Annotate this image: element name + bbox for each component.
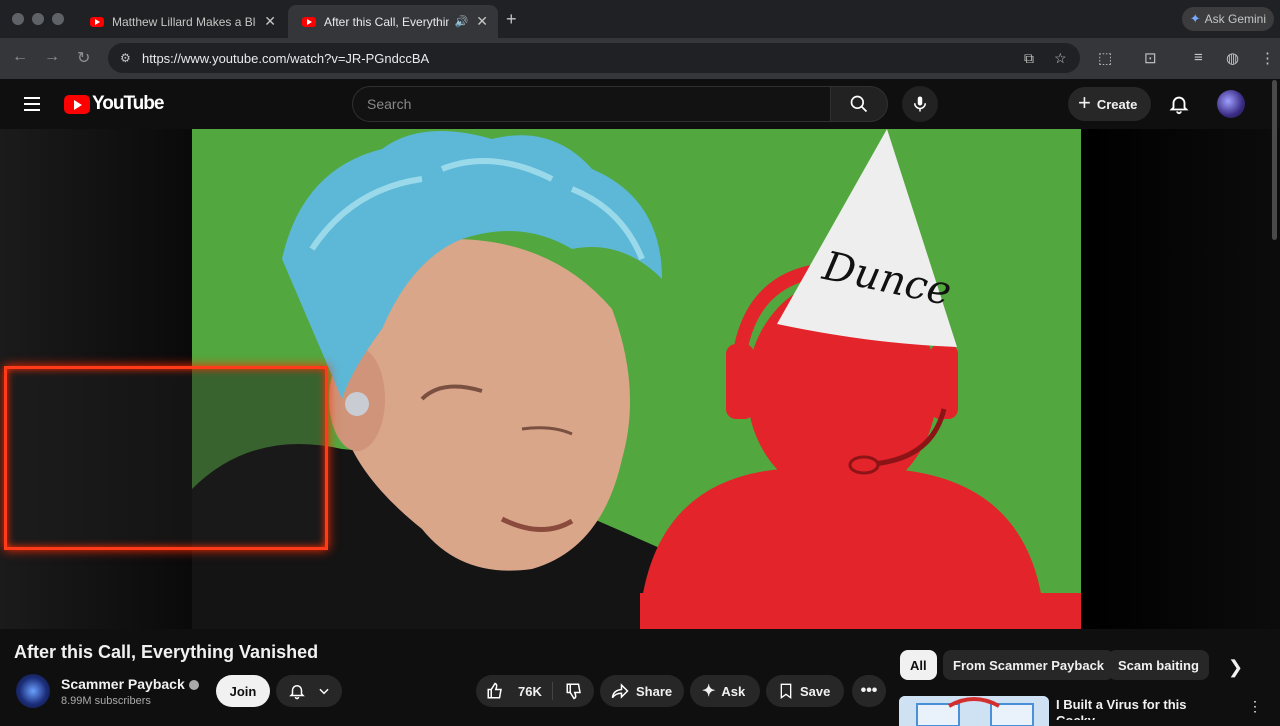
- thumbnail-art: [899, 696, 1049, 726]
- bookmark-star-icon[interactable]: ☆: [1054, 50, 1067, 67]
- url-text[interactable]: https://www.youtube.com/watch?v=JR-PGndc…: [142, 51, 429, 66]
- verified-badge-icon: [188, 680, 199, 690]
- browser-menu-icon[interactable]: ⋮: [1260, 49, 1275, 67]
- subscriber-count: 8.99M subscribers: [61, 695, 151, 707]
- tab-title: Matthew Lillard Makes a Bloo: [112, 14, 257, 29]
- thumbs-down-icon: [566, 683, 581, 700]
- chip-all[interactable]: All: [900, 650, 937, 680]
- recommendation-more-icon[interactable]: ⋮: [1248, 698, 1262, 715]
- menu-icon[interactable]: [24, 97, 40, 111]
- new-tab-icon[interactable]: +: [506, 9, 517, 30]
- bell-icon: [288, 685, 305, 700]
- create-button[interactable]: + Create: [1068, 87, 1152, 121]
- chevron-down-icon: [318, 688, 329, 695]
- install-app-icon[interactable]: ⧉: [1024, 50, 1034, 67]
- search-input[interactable]: Search: [352, 86, 830, 122]
- share-button[interactable]: Share: [600, 675, 684, 707]
- reload-icon[interactable]: ↻: [77, 48, 90, 68]
- search-icon: [850, 95, 868, 113]
- share-arrow-icon: [611, 683, 629, 699]
- ask-gemini-label: Ask Gemini: [1204, 12, 1266, 26]
- extensions-icon[interactable]: ⬚: [1098, 49, 1112, 67]
- ask-label: Ask: [721, 683, 746, 699]
- video-end-card-frame[interactable]: [4, 366, 328, 550]
- youtube-favicon-icon: [302, 16, 316, 27]
- plus-icon: +: [1078, 90, 1091, 115]
- subscription-notifications-button[interactable]: [276, 675, 342, 707]
- earpiece: [345, 392, 369, 416]
- youtube-header: YouTube Search + Create: [0, 79, 1280, 129]
- profile-icon[interactable]: ◍: [1226, 49, 1239, 67]
- like-count: 76K: [518, 683, 542, 699]
- ask-gemini-button[interactable]: ✦ Ask Gemini: [1181, 7, 1274, 31]
- chip-scam-baiting[interactable]: Scam baiting: [1108, 650, 1209, 680]
- window-minimize-dot[interactable]: [32, 13, 44, 25]
- sparkle-icon: ✦: [702, 683, 716, 700]
- microphone-icon: [914, 96, 926, 112]
- browser-toolbar: ← → ↻ ⚙ https://www.youtube.com/watch?v=…: [0, 38, 1280, 79]
- like-button[interactable]: 76K: [486, 682, 553, 700]
- video-title: After this Call, Everything Vanished: [14, 642, 319, 662]
- tab-title: After this Call, Everything: [324, 14, 449, 29]
- join-button[interactable]: Join: [216, 675, 270, 707]
- gemini-sparkle-icon: ✦: [1189, 11, 1201, 26]
- youtube-play-logo-icon: [64, 94, 90, 114]
- browser-tab-1[interactable]: Matthew Lillard Makes a Bloo ✕: [76, 5, 286, 38]
- address-bar[interactable]: ⚙ https://www.youtube.com/watch?v=JR-PGn…: [108, 43, 1080, 73]
- browser-tab-2[interactable]: After this Call, Everything 🔊 ✕: [288, 5, 498, 38]
- youtube-logo[interactable]: YouTube: [64, 93, 164, 115]
- search-button[interactable]: [830, 86, 888, 122]
- tab-search-icon[interactable]: ⊡: [1144, 49, 1157, 67]
- window-close-dot[interactable]: [12, 13, 24, 25]
- back-arrow-icon[interactable]: ←: [12, 48, 28, 66]
- tab-close-icon[interactable]: ✕: [476, 13, 488, 30]
- recommendation-title[interactable]: I Built a Virus for this Cocky: [1056, 697, 1226, 720]
- channel-name[interactable]: Scammer Payback: [61, 676, 199, 692]
- ask-button[interactable]: ✦ Ask: [690, 675, 760, 707]
- window-maximize-dot[interactable]: [52, 13, 64, 25]
- tab-close-icon[interactable]: ✕: [264, 13, 276, 30]
- create-label: Create: [1096, 96, 1138, 112]
- dislike-button[interactable]: [553, 682, 583, 700]
- more-horizontal-icon: •••: [860, 682, 878, 699]
- channel-name-text[interactable]: Scammer Payback: [61, 676, 185, 692]
- site-settings-icon[interactable]: ⚙: [120, 51, 134, 65]
- browser-tab-bar: Matthew Lillard Makes a Bloo ✕ After thi…: [0, 0, 1280, 38]
- speaker-icon[interactable]: 🔊: [455, 15, 469, 28]
- search-bar: Search: [352, 86, 888, 122]
- user-avatar[interactable]: [1217, 90, 1245, 118]
- page-scrollbar[interactable]: [1272, 80, 1277, 240]
- more-actions-button[interactable]: •••: [852, 675, 886, 707]
- recommendation-thumbnail[interactable]: [899, 696, 1049, 726]
- save-label: Save: [800, 683, 831, 699]
- youtube-logo-text: YouTube: [92, 93, 164, 114]
- forward-arrow-icon[interactable]: →: [44, 48, 60, 66]
- voice-search-button[interactable]: [902, 86, 938, 122]
- notifications-bell-icon[interactable]: [1168, 93, 1190, 115]
- share-label: Share: [636, 683, 673, 699]
- thumbs-up-icon: [487, 682, 502, 699]
- reading-list-icon[interactable]: ≡: [1194, 49, 1203, 66]
- chevron-right-icon[interactable]: ❯: [1228, 657, 1243, 678]
- save-button[interactable]: Save: [766, 675, 844, 707]
- chip-from-scammer-payback[interactable]: From Scammer Payback: [943, 650, 1115, 680]
- bookmark-icon: [780, 683, 792, 699]
- youtube-favicon-icon: [90, 16, 104, 27]
- like-dislike-group: 76K: [476, 675, 594, 707]
- channel-avatar[interactable]: [16, 674, 50, 708]
